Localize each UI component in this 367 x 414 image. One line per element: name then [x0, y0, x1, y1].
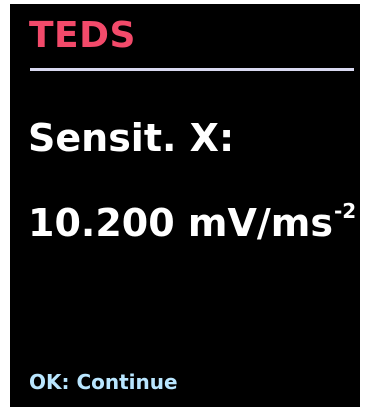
screen-title: TEDS [29, 15, 136, 56]
sensitivity-value: 10.200 mV/ms-2 [28, 185, 356, 249]
sensitivity-number: 10.200 mV/ms [28, 201, 333, 245]
title-underline [30, 68, 354, 71]
device-display: TEDS Sensit. X: 10.200 mV/ms-2 OK: Conti… [10, 4, 360, 407]
ok-continue-hint: OK: Continue [29, 370, 178, 394]
sensitivity-label: Sensit. X: [28, 116, 235, 160]
unit-exponent: -2 [333, 199, 357, 223]
